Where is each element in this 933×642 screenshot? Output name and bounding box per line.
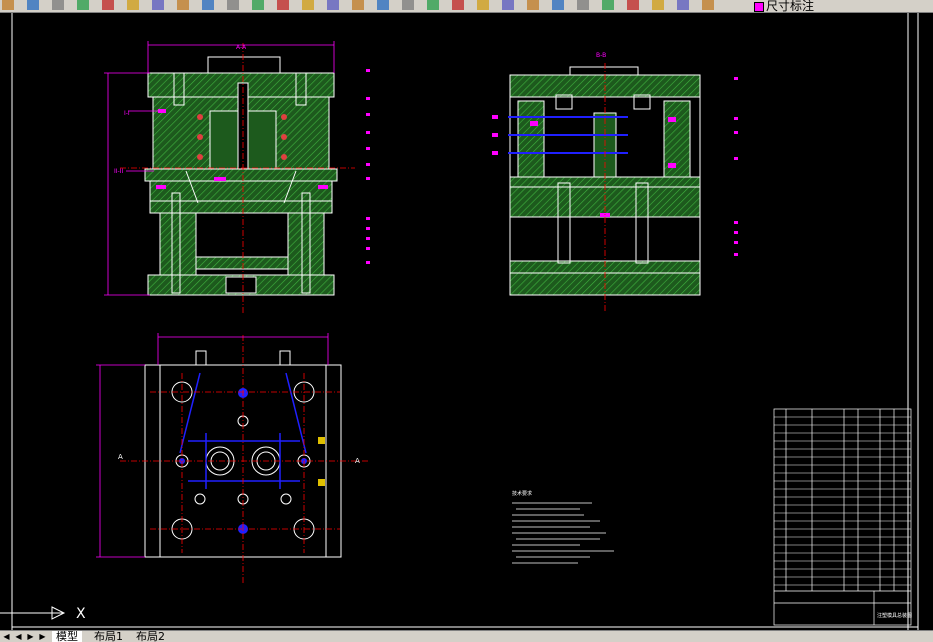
layout-tabs: ◀ ◀ ▶ ▶ 模型 布局1 布局2 [0, 630, 933, 642]
copy-icon[interactable] [152, 0, 164, 10]
calculator-icon[interactable] [552, 0, 564, 10]
plan-view: A A [96, 333, 370, 583]
title-block [773, 408, 912, 626]
publish-icon[interactable] [102, 0, 114, 10]
section-label-left-a: A [118, 453, 123, 461]
markup-icon[interactable] [527, 0, 539, 10]
layer-manager-icon[interactable] [602, 0, 614, 10]
redo-icon[interactable] [277, 0, 289, 10]
cut-icon[interactable] [127, 0, 139, 10]
layer-on-icon[interactable] [627, 0, 639, 10]
toolbar: 尺寸标注 [0, 0, 933, 13]
layer-lock-icon[interactable] [677, 0, 689, 10]
zoom-previous-icon[interactable] [377, 0, 389, 10]
ucs-icon [0, 606, 66, 620]
tab-last-icon[interactable]: ▶ [38, 632, 47, 641]
drawing-frame [11, 13, 919, 630]
help-icon[interactable] [577, 0, 589, 10]
drawing-canvas[interactable]: A-A I-I II-II B-B A A 技术要求 注塑模具总装图 X [0, 13, 933, 630]
sheet-set-icon[interactable] [502, 0, 514, 10]
layer-dropdown[interactable]: 尺寸标注 [754, 0, 815, 13]
undo-icon[interactable] [252, 0, 264, 10]
pan-icon[interactable] [302, 0, 314, 10]
print-icon[interactable] [52, 0, 64, 10]
properties-icon[interactable] [427, 0, 439, 10]
section-label-i: I-I [124, 110, 130, 117]
layer-freeze-icon[interactable] [652, 0, 664, 10]
section-label-right-a: A [355, 457, 360, 465]
layer-color-icon[interactable] [702, 0, 714, 10]
tab-model[interactable]: 模型 [52, 631, 82, 642]
layer-name: 尺寸标注 [766, 0, 815, 13]
tool-palette-icon[interactable] [477, 0, 489, 10]
side-section-view: B-B [492, 52, 738, 311]
preview-icon[interactable] [77, 0, 89, 10]
zoom-window-icon[interactable] [352, 0, 364, 10]
section-label-bb: B-B [596, 52, 606, 59]
title-block-name: 注塑模具总装图 [877, 612, 912, 619]
block-editor-icon[interactable] [227, 0, 239, 10]
tab-prev-icon[interactable]: ◀ [14, 632, 23, 641]
section-label-ii: II-II [114, 168, 123, 175]
tab-first-icon[interactable]: ◀ [2, 632, 11, 641]
front-section-view: A-A I-I II-II [104, 41, 370, 313]
bom-rows [774, 416, 911, 586]
design-center-icon[interactable] [452, 0, 464, 10]
ucs-x-label: X [76, 606, 86, 622]
match-properties-icon[interactable] [202, 0, 214, 10]
tab-layout2[interactable]: 布局2 [132, 631, 169, 642]
save-icon[interactable] [27, 0, 39, 10]
section-label-aa: A-A [236, 44, 247, 51]
tab-layout1[interactable]: 布局1 [90, 631, 127, 642]
open-icon[interactable] [2, 0, 14, 10]
zoom-realtime-icon[interactable] [327, 0, 339, 10]
notes-title: 技术要求 [512, 490, 532, 497]
zoom-extents-icon[interactable] [402, 0, 414, 10]
paste-icon[interactable] [177, 0, 189, 10]
technical-notes: 技术要求 [512, 490, 614, 564]
tab-next-icon[interactable]: ▶ [26, 632, 35, 641]
layer-color-swatch [754, 1, 764, 12]
